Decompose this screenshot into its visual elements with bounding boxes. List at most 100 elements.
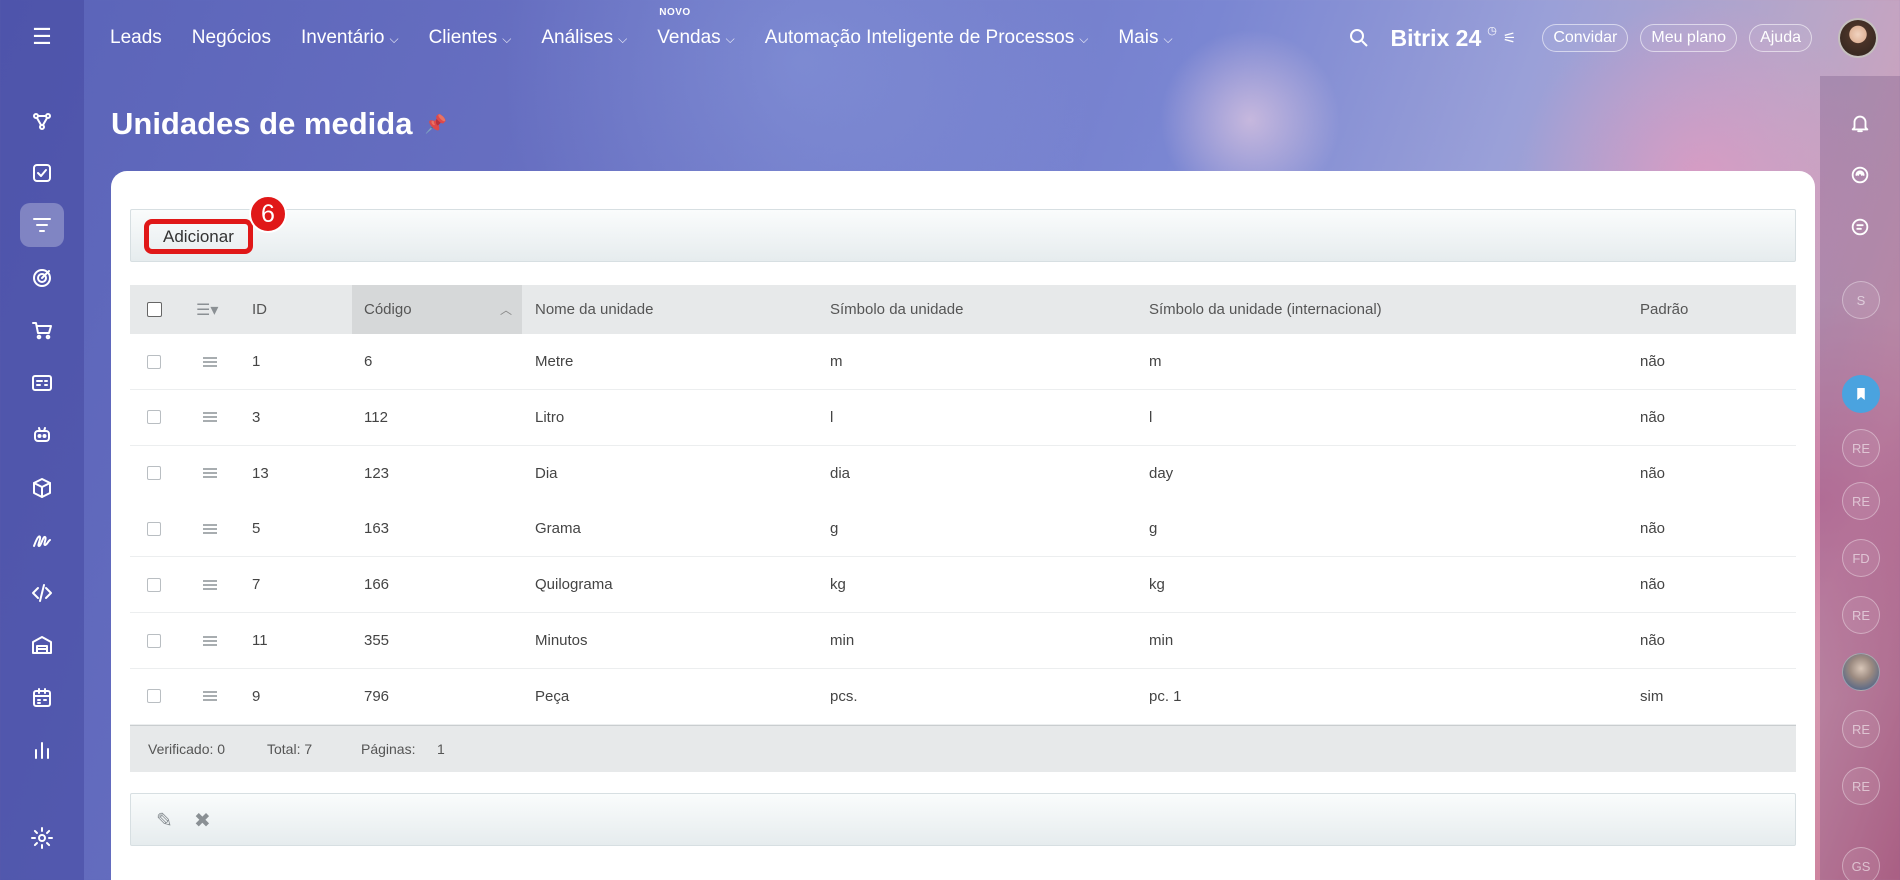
cell-name: Litro (535, 408, 565, 426)
cell-symbol-intl: l (1149, 408, 1153, 426)
sidebar-item-goals[interactable] (20, 256, 64, 300)
contact-avatar[interactable]: RE (1842, 429, 1880, 467)
column-header-symbol-intl[interactable]: Símbolo da unidade (internacional) (1149, 285, 1629, 334)
pages-value[interactable]: 1 (437, 741, 445, 757)
top-menu-item-6[interactable]: Automação Inteligente de Processos ⌵ (765, 27, 1089, 49)
top-menu-item-0[interactable]: Leads (110, 27, 162, 49)
sidebar-item-robot[interactable] (20, 413, 64, 457)
row-menu-cell (203, 669, 217, 724)
column-header-symbol[interactable]: Símbolo da unidade (830, 285, 1130, 334)
row-checkbox[interactable] (147, 577, 161, 592)
row-checkbox-cell (147, 613, 161, 668)
column-header-name[interactable]: Nome da unidade (535, 285, 815, 334)
top-menu-item-2[interactable]: Inventário ⌵ (301, 27, 399, 49)
cell-default: não (1640, 632, 1666, 649)
chat-icon[interactable] (1842, 209, 1878, 245)
top-menu-item-4[interactable]: Análises ⌵ (541, 27, 627, 49)
select-all-cell (147, 285, 177, 334)
row-actions-icon[interactable] (203, 579, 217, 590)
sidebar-item-settings[interactable] (20, 816, 64, 860)
contact-avatar-photo[interactable] (1842, 653, 1880, 691)
checkbox-icon (33, 164, 51, 182)
contact-avatar[interactable]: RE (1842, 482, 1880, 520)
sidebar-item-funnel[interactable] (20, 203, 64, 247)
table-row[interactable]: 1 6 Metre m m não (130, 334, 1796, 390)
top-menu-item-5[interactable]: NOVO Vendas ⌵ (657, 7, 735, 49)
contact-avatar[interactable]: GS (1842, 847, 1880, 880)
top-menu-item-1[interactable]: Negócios (192, 27, 271, 49)
table-row[interactable]: 5 163 Grama g g não (130, 501, 1796, 558)
hamburger-menu-icon[interactable]: ☰ (27, 26, 57, 48)
contact-avatar[interactable]: S (1842, 281, 1880, 319)
cell-default: não (1640, 408, 1666, 426)
row-actions-icon[interactable] (203, 356, 217, 367)
row-checkbox[interactable] (147, 354, 161, 369)
add-button[interactable]: Adicionar (144, 219, 253, 254)
contact-avatar[interactable]: RE (1842, 767, 1880, 805)
toolbar: Adicionar 6 (130, 195, 1796, 262)
column-settings-icon[interactable]: ☰▾ (196, 300, 218, 320)
copilot-icon[interactable] (1842, 157, 1878, 193)
sidebar-item-crm[interactable] (20, 99, 64, 143)
edit-pencil-icon[interactable]: ✎ (156, 808, 173, 833)
column-header-id[interactable]: ID (252, 285, 352, 334)
row-actions-icon[interactable] (203, 691, 217, 702)
sidebar-item-sign[interactable] (20, 518, 64, 562)
cell-default: não (1640, 576, 1666, 594)
table-row[interactable]: 13 123 Dia dia day não (130, 445, 1796, 502)
sidebar-item-developer[interactable] (20, 571, 64, 615)
row-actions-icon[interactable] (203, 412, 217, 423)
sidebar-item-contacts[interactable] (20, 361, 64, 405)
delete-x-icon[interactable]: ✖ (194, 808, 211, 833)
table-row[interactable]: 7 166 Quilograma kg kg não (130, 557, 1796, 614)
search-icon[interactable] (1347, 26, 1371, 50)
user-avatar[interactable] (1838, 18, 1878, 58)
robot-icon (34, 427, 50, 442)
table-row[interactable]: 11 355 Minutos min min não (130, 613, 1796, 669)
sidebar-item-reports[interactable] (20, 728, 64, 772)
notifications-bell-icon[interactable] (1842, 105, 1878, 141)
row-checkbox[interactable] (147, 410, 161, 425)
pages-label: Páginas: (361, 741, 416, 757)
row-checkbox[interactable] (147, 521, 161, 536)
sidebar-item-calendar[interactable] (20, 676, 64, 720)
row-actions-icon[interactable] (203, 468, 217, 479)
table-row[interactable]: 9 796 Peça pcs. pc. 1 sim (130, 668, 1796, 725)
group-actions-bar: ✎ ✖ (130, 793, 1796, 846)
sidebar-item-inventory[interactable] (20, 466, 64, 510)
sliders-icon[interactable]: ⚟ (1503, 29, 1516, 47)
sidebar-item-warehouse[interactable] (20, 623, 64, 667)
sidebar-item-tasks[interactable] (20, 151, 64, 195)
select-all-checkbox[interactable] (147, 302, 162, 317)
row-checkbox[interactable] (147, 689, 161, 704)
contact-avatar[interactable]: FD (1842, 539, 1880, 577)
pin-icon[interactable]: 📌 (424, 114, 446, 135)
cell-name: Grama (535, 520, 581, 538)
top-menu-item-7[interactable]: Mais ⌵ (1118, 27, 1172, 49)
row-checkbox[interactable] (147, 633, 161, 648)
top-menu-label: Clientes (428, 27, 498, 48)
right-sidebar: S RE RE FD RE RE RE GS (1820, 76, 1900, 880)
invite-button[interactable]: Convidar (1542, 24, 1629, 52)
cell-id: 11 (252, 632, 268, 649)
row-checkbox[interactable] (147, 466, 161, 481)
row-actions-icon[interactable] (203, 523, 217, 534)
column-header-code[interactable]: Código ︿ (352, 285, 522, 334)
cell-name: Dia (535, 464, 558, 482)
bar-chart-icon (35, 742, 49, 759)
contact-avatar[interactable]: RE (1842, 710, 1880, 748)
top-menu-item-3[interactable]: Clientes ⌵ (429, 27, 512, 49)
box-icon (33, 478, 51, 498)
sidebar-item-shop[interactable] (20, 308, 64, 352)
help-button[interactable]: Ajuda (1749, 24, 1812, 52)
table-row[interactable]: 3 112 Litro l l não (130, 389, 1796, 446)
row-checkbox-cell (147, 557, 161, 612)
row-actions-icon[interactable] (203, 635, 217, 646)
my-plan-button[interactable]: Meu plano (1640, 24, 1738, 52)
contact-avatar[interactable]: RE (1842, 596, 1880, 634)
column-header-default[interactable]: Padrão (1640, 285, 1780, 334)
clock-icon: ◷ (1487, 24, 1497, 37)
bookmark-shape (1857, 388, 1865, 400)
bookmark-icon[interactable] (1842, 375, 1880, 413)
top-menu-label: Vendas (657, 27, 721, 48)
